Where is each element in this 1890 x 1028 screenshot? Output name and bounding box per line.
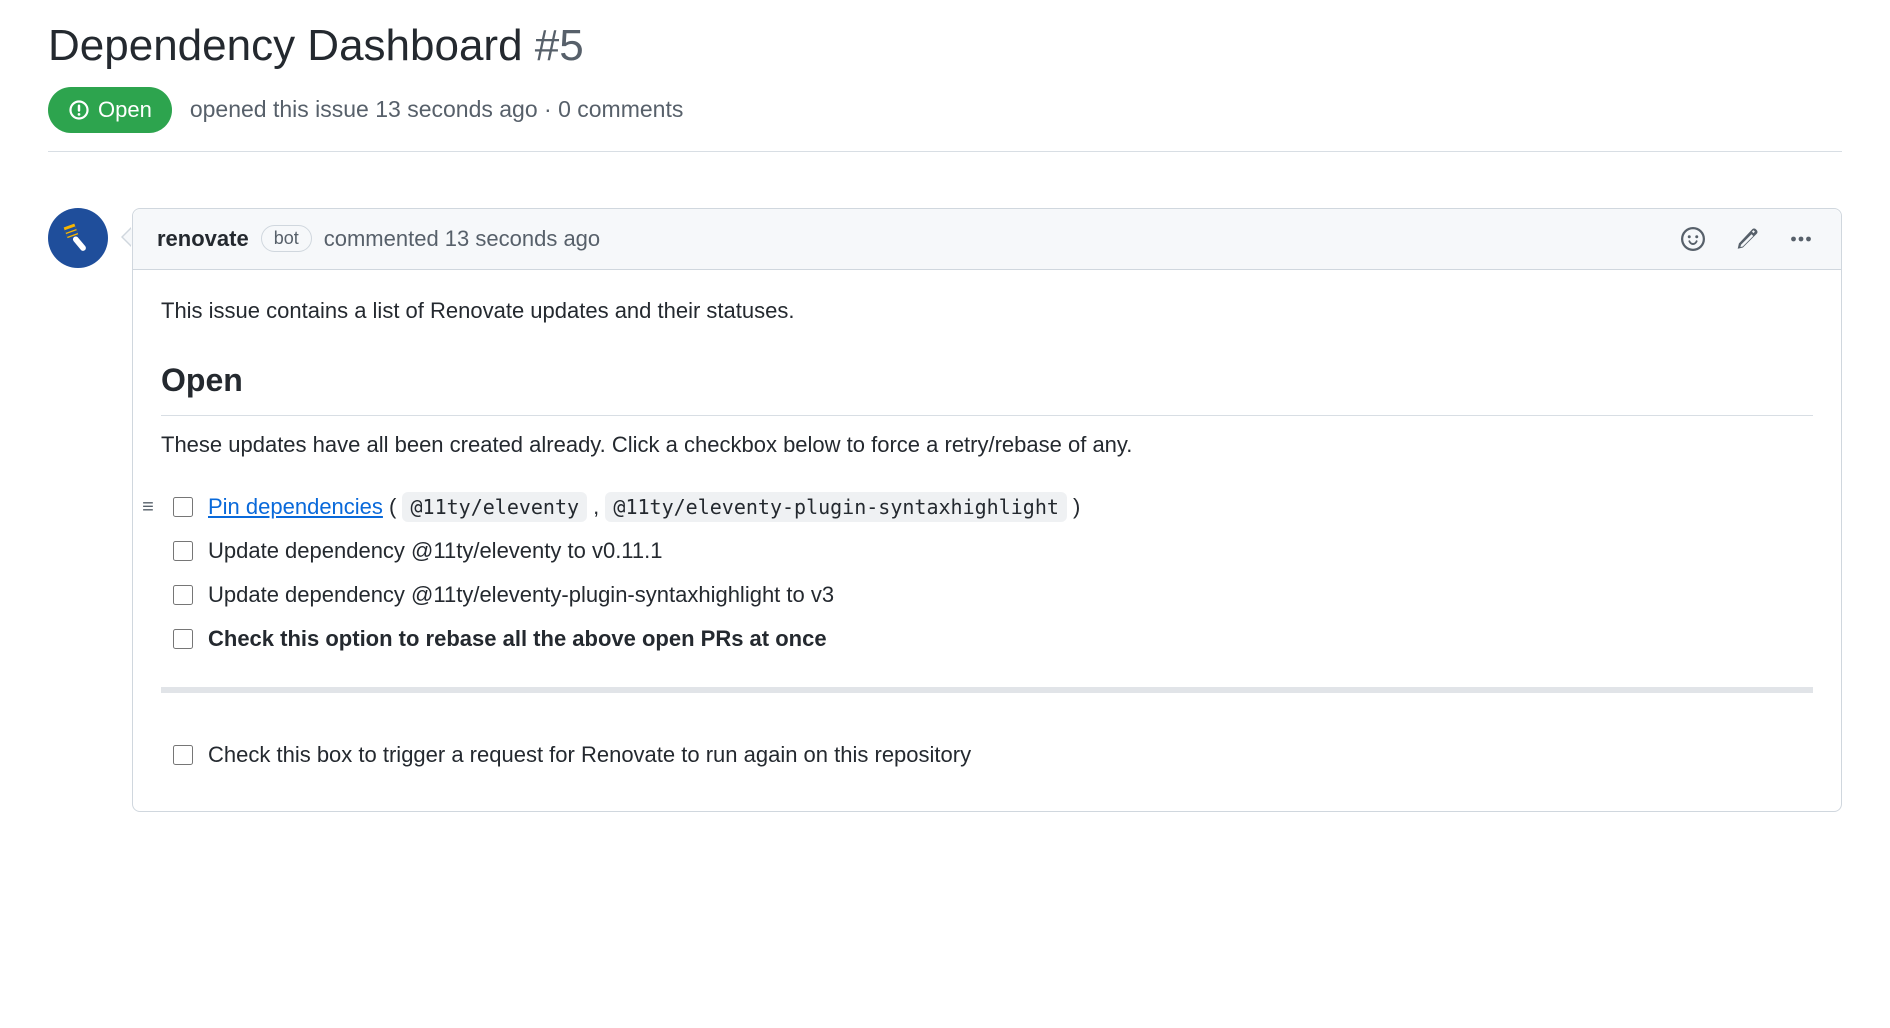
task-label: Check this option to rebase all the abov… [208,622,827,656]
task-label: Update dependency @11ty/eleventy to v0.1… [208,534,663,568]
pencil-icon [1735,227,1759,251]
comment-actions-menu-button[interactable] [1785,223,1817,255]
task-label: Pin dependencies ( @11ty/eleventy , @11t… [208,490,1080,524]
comment-header: renovate bot commented 13 seconds ago [133,209,1841,270]
code-package: @11ty/eleventy-plugin-syntaxhighlight [605,492,1067,522]
pin-dependencies-link[interactable]: Pin dependencies [208,494,383,519]
code-package: @11ty/eleventy [402,492,587,522]
issue-title: Dependency Dashboard #5 [48,20,1842,73]
add-reaction-button[interactable] [1677,223,1709,255]
task-label: Update dependency @11ty/eleventy-plugin-… [208,578,834,612]
task-checkbox[interactable] [173,541,193,561]
task-item: ≡ Update dependency @11ty/eleventy-plugi… [161,573,1813,617]
comment-body: This issue contains a list of Renovate u… [133,270,1841,811]
section-intro: These updates have all been created alre… [161,428,1813,462]
task-item: ≡ Check this option to rebase all the ab… [161,617,1813,661]
comment-intro: This issue contains a list of Renovate u… [161,294,1813,328]
issue-state-badge: Open [48,87,172,133]
drag-handle-icon[interactable]: ≡ [139,497,157,517]
edit-comment-button[interactable] [1731,223,1763,255]
task-checkbox[interactable] [173,497,193,517]
issue-state-text: Open [98,97,152,123]
issue-title-text: Dependency Dashboard [48,21,523,70]
footer-task-list: ≡ Check this box to trigger a request fo… [161,733,1813,777]
avatar[interactable] [48,208,108,268]
issue-number: #5 [535,21,584,70]
task-list: ≡ Pin dependencies ( @11ty/eleventy , @1… [161,485,1813,661]
issue-open-icon [68,99,90,121]
smiley-icon [1681,227,1705,251]
task-checkbox[interactable] [173,629,193,649]
comment-timeline: renovate bot commented 13 seconds ago Th… [48,208,1842,812]
task-item: ≡ Pin dependencies ( @11ty/eleventy , @1… [161,485,1813,529]
comment-meta-text: commented 13 seconds ago [324,226,600,252]
task-label: Check this box to trigger a request for … [208,738,971,772]
task-checkbox[interactable] [173,585,193,605]
renovate-icon [61,221,95,255]
bot-badge: bot [261,225,312,252]
issue-meta-text: opened this issue 13 seconds ago · 0 com… [190,96,684,123]
divider [161,687,1813,693]
section-heading-open: Open [161,356,1813,417]
comment-author-link[interactable]: renovate [157,226,249,252]
task-item: ≡ Update dependency @11ty/eleventy to v0… [161,529,1813,573]
kebab-icon [1789,227,1813,251]
comment-box: renovate bot commented 13 seconds ago Th… [132,208,1842,812]
task-item: ≡ Check this box to trigger a request fo… [161,733,1813,777]
issue-header: Dependency Dashboard #5 Open opened this… [48,20,1842,152]
task-checkbox[interactable] [173,745,193,765]
issue-meta-row: Open opened this issue 13 seconds ago · … [48,87,1842,152]
